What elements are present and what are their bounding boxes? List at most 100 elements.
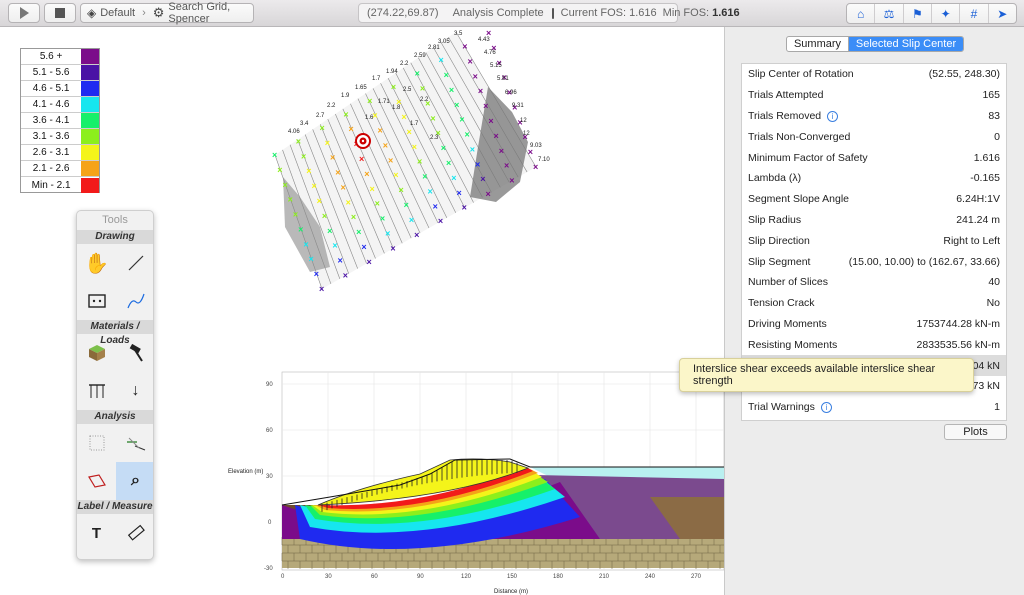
ruler-tool[interactable] bbox=[116, 514, 153, 552]
info-icon[interactable]: i bbox=[827, 110, 839, 122]
slip-center-mark[interactable]: × bbox=[391, 82, 396, 92]
slip-center-mark[interactable]: × bbox=[356, 227, 361, 237]
slip-center-mark[interactable]: × bbox=[494, 131, 499, 141]
slip-center-mark[interactable]: × bbox=[509, 176, 514, 186]
slip-center-mark[interactable]: × bbox=[317, 196, 322, 206]
slip-center-mark[interactable]: × bbox=[533, 162, 538, 172]
text-tool[interactable]: T bbox=[77, 514, 116, 552]
info-icon[interactable]: i bbox=[820, 401, 832, 413]
slip-center-mark[interactable]: × bbox=[473, 71, 478, 81]
tab-summary[interactable]: Summary bbox=[787, 37, 849, 51]
slip-center-mark[interactable]: × bbox=[359, 154, 364, 164]
region-tool[interactable] bbox=[77, 282, 116, 320]
material-tool[interactable] bbox=[77, 334, 116, 372]
slip-center-mark[interactable]: × bbox=[454, 100, 459, 110]
slip-center-mark[interactable]: × bbox=[330, 153, 335, 163]
slip-center-mark[interactable]: × bbox=[451, 173, 456, 183]
slip-center-mark[interactable]: × bbox=[401, 112, 406, 122]
slip-center-mark[interactable]: × bbox=[412, 142, 417, 152]
slip-center-mark[interactable]: × bbox=[438, 55, 443, 65]
slip-center-mark[interactable]: × bbox=[288, 195, 293, 205]
slip-center-mark[interactable]: × bbox=[398, 185, 403, 195]
slip-center-mark[interactable]: × bbox=[422, 172, 427, 182]
slip-center-mark[interactable]: × bbox=[488, 116, 493, 126]
slip-center-mark[interactable]: × bbox=[343, 270, 348, 280]
slip-center-mark[interactable]: × bbox=[459, 115, 464, 125]
slip-center-mark[interactable]: × bbox=[367, 96, 372, 106]
slip-center-mark[interactable]: × bbox=[272, 150, 277, 160]
slip-center-mark[interactable]: × bbox=[385, 228, 390, 238]
slip-center-mark[interactable]: × bbox=[332, 241, 337, 251]
slip-center-mark[interactable]: × bbox=[322, 211, 327, 221]
pan-tool[interactable]: ✋ bbox=[77, 244, 116, 282]
zoom-tool[interactable]: ⌕ bbox=[116, 462, 153, 500]
slip-center-mark[interactable]: × bbox=[325, 138, 330, 148]
slip-center-mark[interactable]: × bbox=[480, 174, 485, 184]
slip-center-mark[interactable]: × bbox=[499, 146, 504, 156]
hammer-tool[interactable] bbox=[116, 334, 153, 372]
slip-center-mark[interactable]: × bbox=[449, 85, 454, 95]
slip-center-mark[interactable]: × bbox=[427, 186, 432, 196]
tab-selected-slip-center[interactable]: Selected Slip Center bbox=[849, 37, 963, 51]
flag-button[interactable]: ⚑ bbox=[904, 4, 932, 23]
slip-center-mark[interactable]: × bbox=[475, 159, 480, 169]
slip-center-mark[interactable]: × bbox=[303, 239, 308, 249]
slip-center-mark[interactable]: × bbox=[462, 42, 467, 52]
slip-center-mark[interactable]: × bbox=[388, 155, 393, 165]
slip-center-mark[interactable]: × bbox=[430, 113, 435, 123]
slip-center-mark[interactable]: × bbox=[470, 144, 475, 154]
slip-center-mark[interactable]: × bbox=[367, 257, 372, 267]
slip-center-mark[interactable]: × bbox=[409, 215, 414, 225]
slip-center-mark[interactable]: × bbox=[298, 224, 303, 234]
slip-center-mark[interactable]: × bbox=[301, 151, 306, 161]
slip-center-mark[interactable]: × bbox=[378, 126, 383, 136]
slip-center-mark[interactable]: × bbox=[456, 188, 461, 198]
slip-center-mark[interactable]: × bbox=[441, 143, 446, 153]
slip-center-mark[interactable]: × bbox=[327, 226, 332, 236]
slip-center-mark[interactable]: × bbox=[415, 69, 420, 79]
slip-center-mark[interactable]: × bbox=[369, 184, 374, 194]
slip-center-mark[interactable]: × bbox=[311, 181, 316, 191]
slip-center-mark[interactable]: × bbox=[346, 197, 351, 207]
support-tool[interactable] bbox=[77, 372, 116, 410]
line-tool[interactable] bbox=[116, 244, 153, 282]
slip-center-mark[interactable]: × bbox=[277, 165, 282, 175]
slip-center-mark[interactable]: × bbox=[340, 182, 345, 192]
slip-surface-tool[interactable] bbox=[77, 462, 116, 500]
slip-center-mark[interactable]: × bbox=[383, 140, 388, 150]
slip-center-mark[interactable]: × bbox=[467, 56, 472, 66]
slip-center-mark[interactable]: × bbox=[282, 180, 287, 190]
slip-center-mark[interactable]: × bbox=[390, 243, 395, 253]
slip-center-mark[interactable]: × bbox=[338, 256, 343, 266]
slip-center-mark[interactable]: × bbox=[361, 242, 366, 252]
slip-center-mark[interactable]: × bbox=[364, 169, 369, 179]
slip-center-mark[interactable]: × bbox=[504, 161, 509, 171]
entry-exit-tool[interactable] bbox=[116, 424, 153, 462]
slip-center-mark[interactable]: × bbox=[478, 86, 483, 96]
slip-center-mark[interactable]: × bbox=[314, 269, 319, 279]
run-button[interactable] bbox=[8, 3, 40, 23]
pin-button[interactable]: ✦ bbox=[932, 4, 961, 23]
slip-center-mark[interactable]: × bbox=[433, 201, 438, 211]
slip-center-mark[interactable]: × bbox=[438, 216, 443, 226]
home-button[interactable]: ⌂ bbox=[847, 4, 876, 23]
slip-center-mark[interactable]: × bbox=[320, 123, 325, 133]
slip-center-mark[interactable]: × bbox=[375, 199, 380, 209]
slip-center-mark[interactable]: × bbox=[306, 166, 311, 176]
slip-center-mark[interactable]: × bbox=[407, 127, 412, 137]
slip-center-mark[interactable]: × bbox=[309, 254, 314, 264]
slip-center-mark[interactable]: × bbox=[343, 109, 348, 119]
slip-center-mark[interactable]: × bbox=[335, 168, 340, 178]
slip-center-mark[interactable]: × bbox=[404, 200, 409, 210]
load-tool[interactable]: ↓ bbox=[116, 372, 153, 410]
send-button[interactable]: ➤ bbox=[989, 4, 1016, 23]
slip-center-mark[interactable]: × bbox=[446, 158, 451, 168]
slip-center-mark[interactable]: × bbox=[393, 170, 398, 180]
scenario-selector[interactable]: ◈ Default › ⚙ Search Grid, Spencer bbox=[80, 1, 254, 25]
slip-center-mark[interactable]: × bbox=[462, 203, 467, 213]
slip-center-mark[interactable]: × bbox=[444, 70, 449, 80]
grid-search-tool[interactable] bbox=[77, 424, 116, 462]
slip-center-mark[interactable]: × bbox=[296, 136, 301, 146]
slip-center-mark[interactable]: × bbox=[417, 157, 422, 167]
slip-center-mark[interactable]: × bbox=[380, 214, 385, 224]
